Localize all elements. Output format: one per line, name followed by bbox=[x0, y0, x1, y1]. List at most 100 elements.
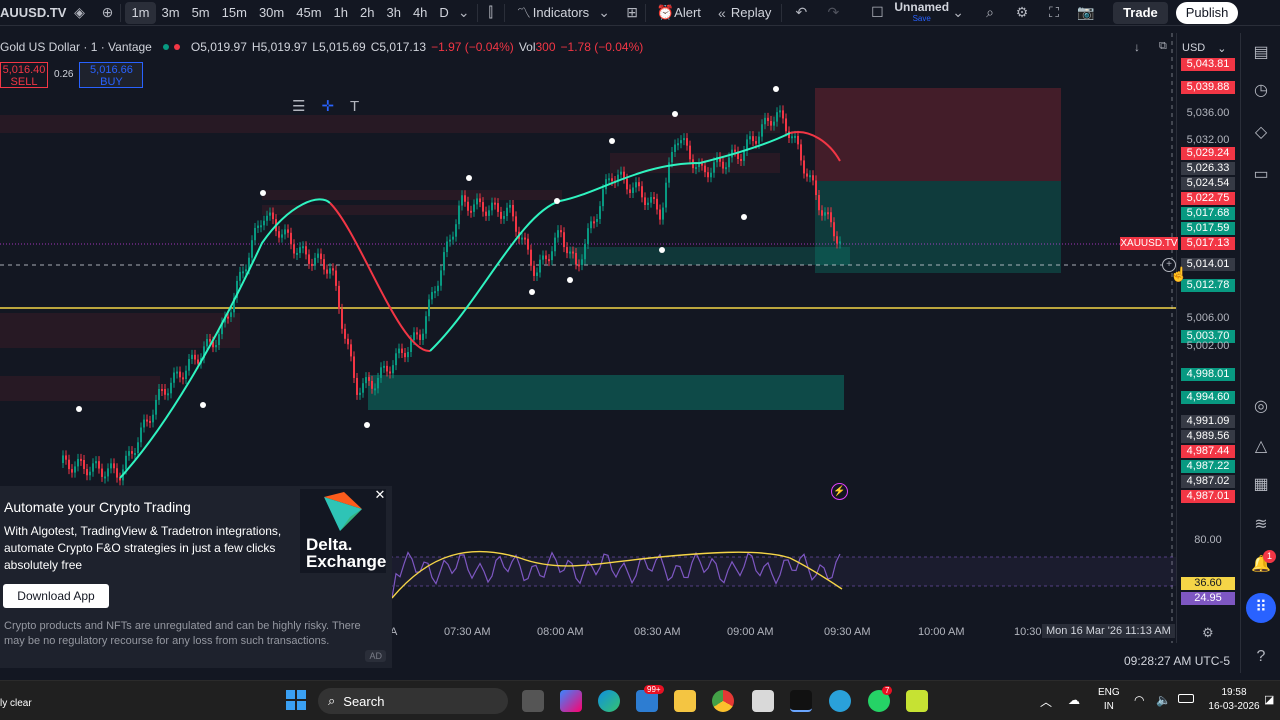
publish-button[interactable]: Publish bbox=[1175, 1, 1239, 24]
demand-zone-small bbox=[570, 247, 850, 265]
chart-type-icon[interactable]: ⫿ bbox=[482, 4, 500, 22]
timeframe-15m[interactable]: 15m bbox=[216, 2, 253, 24]
timeframe-45m[interactable]: 45m bbox=[290, 2, 327, 24]
indicators-dropdown-icon[interactable]: ⌄ bbox=[595, 4, 613, 22]
fullscreen-icon[interactable]: ⛶ bbox=[1045, 4, 1063, 22]
candle-body bbox=[830, 212, 832, 223]
timeframe-D[interactable]: D bbox=[433, 2, 454, 24]
candle-body bbox=[815, 180, 817, 196]
timeframe-4h[interactable]: 4h bbox=[407, 2, 433, 24]
candle-body bbox=[230, 312, 232, 317]
alerts-clock-icon[interactable]: ◷ bbox=[1251, 81, 1271, 101]
snapshot-icon[interactable]: 📷 bbox=[1077, 4, 1095, 22]
indicators-button[interactable]: 〽 Indicators bbox=[509, 2, 595, 24]
start-button[interactable] bbox=[286, 690, 306, 710]
compare-add-icon[interactable]: ⊕ bbox=[98, 4, 116, 22]
layers-icon[interactable]: ◇ bbox=[1251, 123, 1271, 143]
target-icon[interactable]: ◎ bbox=[1251, 397, 1271, 417]
replay-button[interactable]: « Replay bbox=[707, 2, 777, 24]
notification-center-icon[interactable]: ◪ bbox=[1264, 693, 1274, 706]
calendar-icon[interactable]: ▦ bbox=[1251, 475, 1271, 495]
candle-body bbox=[569, 251, 571, 254]
alert-button[interactable]: ⏰ Alert bbox=[650, 2, 707, 24]
battery-icon[interactable] bbox=[1178, 694, 1194, 703]
chart-legend: Gold US Dollar · 1 · Vantage O5,019.97 H… bbox=[0, 40, 643, 54]
volume-icon[interactable]: 🔈 bbox=[1156, 693, 1171, 707]
language-indicator[interactable]: ENG IN bbox=[1098, 686, 1120, 714]
maximize-pane-icon[interactable]: ⧉ bbox=[1159, 40, 1167, 53]
apps-grid-icon[interactable]: ⠿ bbox=[1246, 593, 1276, 623]
help-icon[interactable]: ? bbox=[1251, 647, 1271, 667]
candle-body bbox=[827, 212, 829, 215]
text-tool-icon[interactable]: T bbox=[350, 98, 359, 115]
taskbar-search[interactable]: ⌕ Search bbox=[318, 688, 508, 714]
price-label: 5,017.13 bbox=[1181, 237, 1235, 250]
symbol-search[interactable]: AUUSD.TV bbox=[0, 5, 70, 20]
exness-icon[interactable] bbox=[906, 690, 928, 712]
close-ad-button[interactable]: ✕ bbox=[372, 487, 388, 503]
chrome-icon[interactable] bbox=[712, 690, 734, 712]
price-scale[interactable]: 5,043.81 5,039.88 5,029.24 5,026.33 5,024.54… bbox=[1176, 33, 1238, 643]
candle-body bbox=[458, 205, 460, 225]
task-view-icon[interactable] bbox=[522, 690, 544, 712]
legend-title[interactable]: Gold US Dollar · 1 · Vantage bbox=[0, 40, 152, 54]
timeframe-2h[interactable]: 2h bbox=[354, 2, 380, 24]
redo-icon[interactable]: ↷ bbox=[824, 4, 842, 22]
timeframe-dropdown-icon[interactable]: ⌄ bbox=[455, 4, 473, 22]
scroll-to-realtime-icon[interactable]: ↓ bbox=[1134, 40, 1140, 54]
time-axis-settings-icon[interactable]: ⚙ bbox=[1202, 625, 1214, 641]
exchange-clock[interactable]: 09:28:27 AM UTC-5 bbox=[1124, 654, 1230, 668]
download-app-button[interactable]: Download App bbox=[3, 584, 109, 608]
candle-body bbox=[590, 221, 592, 229]
layout-name-button[interactable]: Unnamed Save bbox=[894, 1, 949, 24]
candle-body bbox=[362, 383, 364, 393]
weather-widget[interactable]: ly clear bbox=[0, 698, 32, 709]
lightning-icon[interactable]: ⚡ bbox=[831, 483, 848, 500]
price-label: 4,987.02 bbox=[1181, 475, 1235, 488]
streams-icon[interactable]: ≋ bbox=[1251, 515, 1271, 535]
edge-icon[interactable] bbox=[598, 690, 620, 712]
layout-dropdown-icon[interactable]: ⌄ bbox=[949, 4, 967, 22]
timeframe-5m[interactable]: 5m bbox=[186, 2, 216, 24]
telegram-icon[interactable] bbox=[829, 690, 851, 712]
time-axis[interactable]: A 07:30 AM 08:00 AM 08:30 AM 09:00 AM 09:30 … bbox=[390, 622, 1176, 642]
settings-icon[interactable]: ⚙ bbox=[1013, 4, 1031, 22]
tradingview-icon[interactable] bbox=[790, 690, 812, 712]
drawing-settings-icon[interactable]: ☰ bbox=[292, 97, 305, 115]
crosshair-icon[interactable]: ✛ bbox=[321, 97, 334, 115]
chat-icon[interactable]: ▭ bbox=[1251, 165, 1271, 185]
candle-body bbox=[695, 167, 697, 170]
timeframe-30m[interactable]: 30m bbox=[253, 2, 290, 24]
tray-app-icon[interactable]: ☁ bbox=[1068, 693, 1080, 707]
price-label: 5,039.88 bbox=[1181, 81, 1235, 94]
candle-body bbox=[365, 377, 367, 384]
buy-button[interactable]: 5,016.66 BUY bbox=[79, 62, 144, 88]
tray-chevron-icon[interactable]: ︿ bbox=[1040, 693, 1052, 710]
trade-button[interactable]: Trade bbox=[1113, 1, 1168, 24]
taskbar-clock[interactable]: 19:58 16-03-2026 bbox=[1206, 686, 1262, 714]
watchlist-icon[interactable]: ▤ bbox=[1251, 43, 1271, 63]
currency-selector[interactable]: USD ⌄ bbox=[1182, 40, 1232, 56]
timeframe-1m[interactable]: 1m bbox=[125, 1, 156, 24]
candle-body bbox=[527, 238, 529, 250]
store-icon[interactable] bbox=[752, 690, 774, 712]
ideas-icon[interactable]: △ bbox=[1251, 437, 1271, 457]
file-explorer-icon[interactable] bbox=[674, 690, 696, 712]
candle-body bbox=[161, 389, 163, 392]
candle-body bbox=[464, 195, 466, 202]
quick-search-icon[interactable]: ⌕ bbox=[981, 4, 999, 22]
timeframe-3m[interactable]: 3m bbox=[156, 2, 186, 24]
wifi-icon[interactable]: ◠ bbox=[1134, 693, 1144, 707]
timeframe-1h[interactable]: 1h bbox=[328, 2, 354, 24]
candle-body bbox=[509, 204, 511, 208]
timeframe-3h[interactable]: 3h bbox=[380, 2, 406, 24]
templates-icon[interactable]: ⊞ bbox=[623, 4, 641, 22]
undo-icon[interactable]: ↶ bbox=[792, 4, 810, 22]
candle-body bbox=[752, 136, 754, 142]
supply-zone bbox=[0, 376, 160, 401]
copilot-icon[interactable] bbox=[560, 690, 582, 712]
layout-icon[interactable]: ☐ bbox=[868, 4, 886, 22]
sell-button[interactable]: 5,016.40 SELL bbox=[0, 62, 48, 88]
candle-body bbox=[416, 332, 418, 335]
symbol-info-icon[interactable]: ◈ bbox=[70, 4, 88, 22]
